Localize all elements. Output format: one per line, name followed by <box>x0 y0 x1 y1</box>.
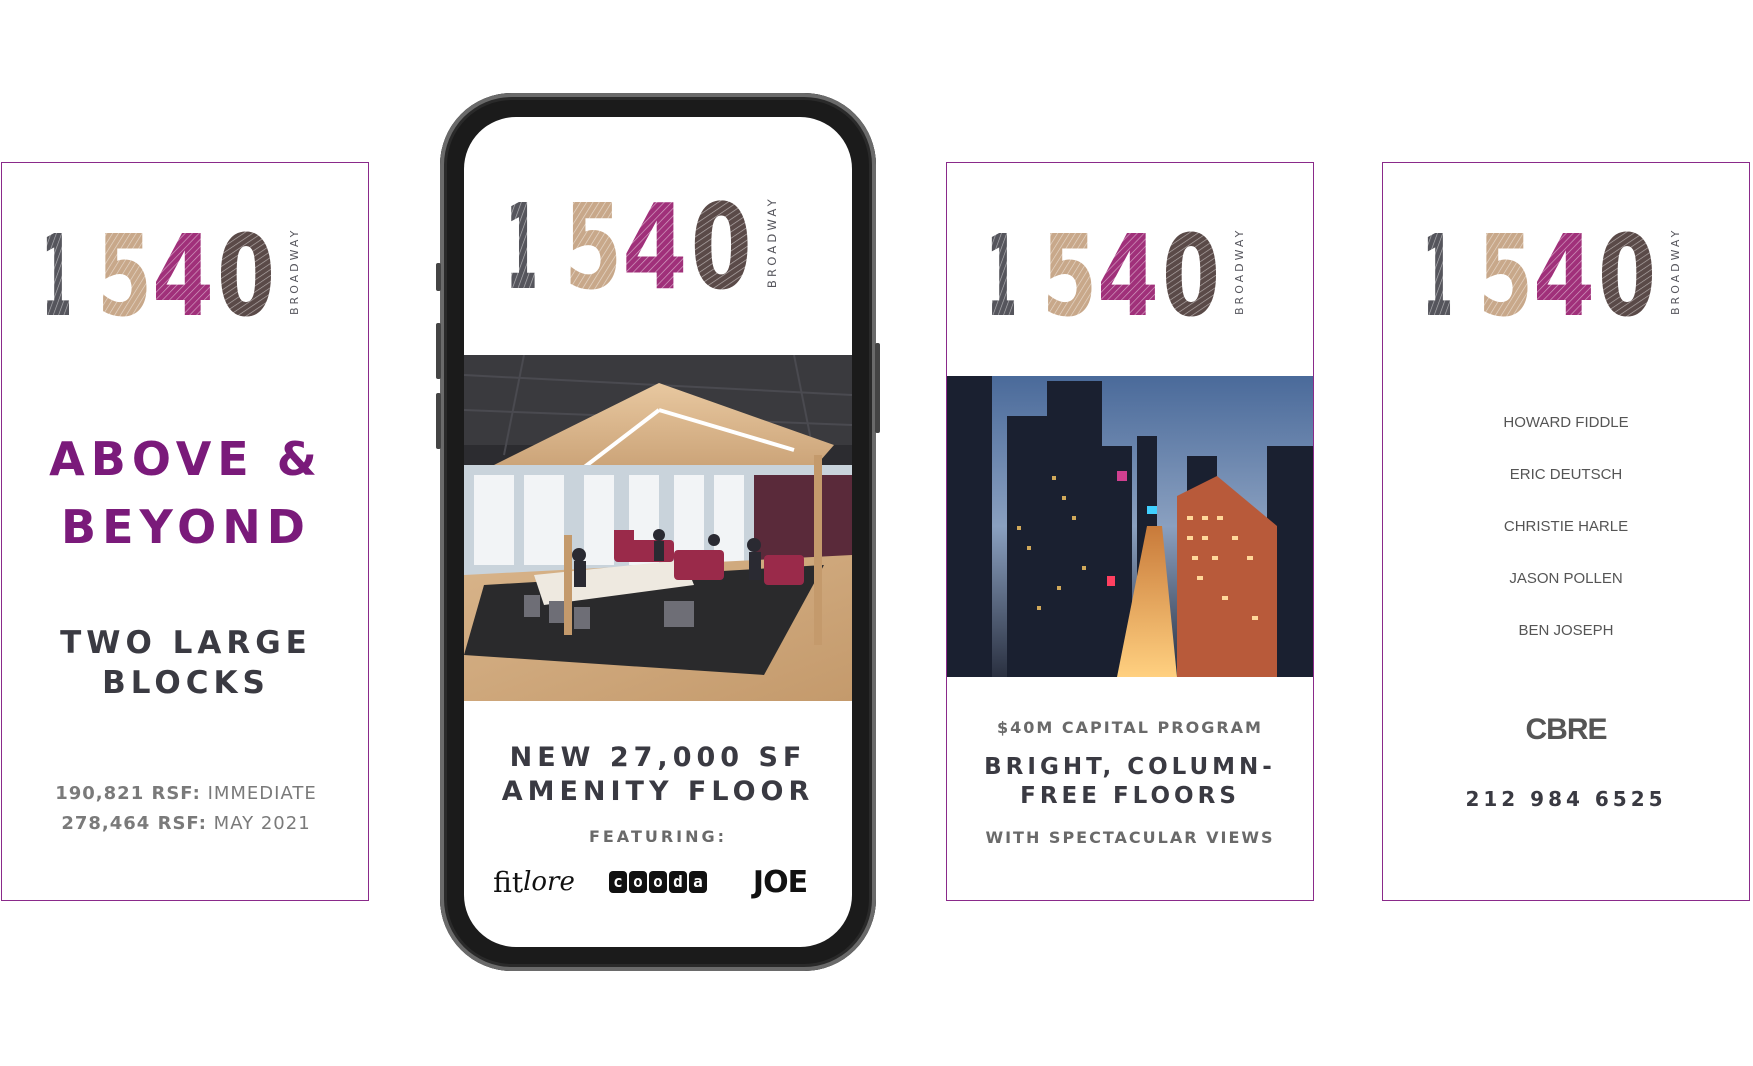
cooda-letter: o <box>629 871 647 893</box>
capital-program-label: $40M CAPITAL PROGRAM <box>997 718 1263 737</box>
logo-digit: 4 <box>152 221 214 331</box>
headline: ABOVE & BEYOND <box>2 425 368 561</box>
fitlore-lore-text: lore <box>523 867 575 897</box>
logo-digit: 4 <box>622 187 687 307</box>
contact-name: BEN JOSEPH <box>1518 622 1614 639</box>
joe-text: JOE <box>752 864 808 900</box>
logo-digit: 5 <box>1478 221 1533 331</box>
spectacular-views-label: WITH SPECTACULAR VIEWS <box>985 828 1275 847</box>
phone-headline-line-1: NEW 27,000 SF <box>509 742 807 773</box>
cooda-logo: cooda <box>600 862 716 902</box>
rsf-status-1: IMMEDIATE <box>207 783 317 804</box>
rsf-amount-1: 190,821 RSF: <box>55 783 201 804</box>
subheadline: TWO LARGE BLOCKS <box>2 623 368 703</box>
rsf-availability: 190,821 RSF: IMMEDIATE 278,464 RSF: MAY … <box>2 779 368 839</box>
bright-floors-line-1: BRIGHT, COLUMN- <box>984 754 1276 780</box>
phone-number: 212 984 6525 <box>1465 787 1667 811</box>
logo-broadway-text: BROADWAY <box>1669 228 1682 315</box>
times-square-night-photo <box>947 376 1313 677</box>
bright-floors-headline: BRIGHT, COLUMN- FREE FLOORS <box>947 753 1313 811</box>
contact-name: CHRISTIE HARLE <box>1503 518 1629 535</box>
logo-digit: 0 <box>1598 221 1656 331</box>
logo-digit: 4 <box>1533 221 1595 331</box>
logo-broadway-text: BROADWAY <box>765 196 779 288</box>
logo-1540-broadway: 1 5 4 0 BROADWAY <box>464 187 852 307</box>
logo-digit: 1 <box>1423 221 1453 331</box>
amenity-floor-photo <box>464 355 852 701</box>
phone-headline: NEW 27,000 SF AMENITY FLOOR <box>464 741 852 809</box>
contact-list: HOWARD FIDDLE ERIC DEUTSCH CHRISTIE HARL… <box>1383 411 1749 671</box>
brand-logos: fit lore cooda JOE <box>464 862 852 912</box>
logo-digit: 4 <box>1097 221 1159 331</box>
rsf-line-2: 278,464 RSF: MAY 2021 <box>2 809 368 839</box>
logo-broadway-text: BROADWAY <box>1233 228 1246 315</box>
rsf-amount-2: 278,464 RSF: <box>61 813 207 834</box>
logo-digit: 1 <box>42 221 72 331</box>
bright-floors-line-2: FREE FLOORS <box>1020 783 1240 809</box>
headline-line-2: BEYOND <box>61 500 311 554</box>
logo-1540-broadway: 1 5 4 0 BROADWAY <box>947 221 1313 331</box>
cooda-letter: c <box>609 871 627 893</box>
logo-1540-broadway: 1 5 4 0 BROADWAY <box>1383 221 1749 331</box>
logo-digit: 1 <box>987 221 1017 331</box>
fitlore-fit-text: fit <box>493 865 524 899</box>
rsf-status-2: MAY 2021 <box>213 813 311 834</box>
cooda-letter: d <box>669 871 687 893</box>
contact-name: ERIC DEUTSCH <box>1509 466 1623 483</box>
logo-digit: 5 <box>1042 221 1097 331</box>
phone-screen: 1 5 4 0 BROADWAY NEW 27,000 SF AMENITY F… <box>464 117 852 947</box>
smartphone-mockup: 1 5 4 0 BROADWAY NEW 27,000 SF AMENITY F… <box>436 93 880 971</box>
logo-digit: 0 <box>691 187 752 307</box>
ad-card-contacts: 1 5 4 0 BROADWAY HOWARD FIDDLE ERIC DEUTSCH … <box>1382 162 1750 901</box>
logo-broadway-text: BROADWAY <box>288 228 301 315</box>
joe-coffee-logo: JOE <box>744 862 816 902</box>
subheadline-line-2: BLOCKS <box>102 665 270 701</box>
subheadline-line-1: TWO LARGE <box>60 625 312 661</box>
mute-switch <box>436 263 441 291</box>
ad-card-capital-program: 1 5 4 0 BROADWAY $40M CAPITAL PROGRAM BR… <box>946 162 1314 901</box>
logo-1540-broadway: 1 5 4 0 BROADWAY <box>2 221 368 331</box>
fitlore-logo: fit lore <box>493 862 575 902</box>
cooda-letter: a <box>689 871 707 893</box>
cbre-logo: CBRE <box>1525 713 1607 746</box>
contact-name: JASON POLLEN <box>1509 570 1623 587</box>
logo-digit: 1 <box>506 187 538 307</box>
logo-digit: 5 <box>97 221 152 331</box>
featuring-label: FEATURING: <box>588 827 728 846</box>
logo-digit: 0 <box>217 221 275 331</box>
contact-name: HOWARD FIDDLE <box>1503 414 1629 431</box>
ad-card-above-beyond: 1 5 4 0 BROADWAY ABOVE & BEYOND TWO LARGE BL… <box>1 162 369 901</box>
power-button <box>875 343 880 433</box>
logo-digit: 5 <box>564 187 622 307</box>
phone-headline-line-2: AMENITY FLOOR <box>501 776 815 807</box>
logo-digit: 0 <box>1162 221 1220 331</box>
volume-down-button <box>436 393 441 449</box>
headline-line-1: ABOVE & <box>49 432 323 486</box>
rsf-line-1: 190,821 RSF: IMMEDIATE <box>2 779 368 809</box>
volume-up-button <box>436 323 441 379</box>
cooda-letter: o <box>649 871 667 893</box>
